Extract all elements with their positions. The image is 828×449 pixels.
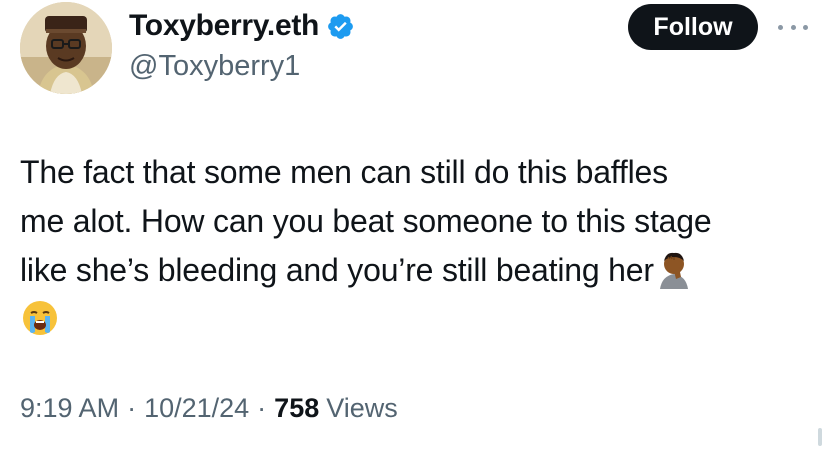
- tweet-date[interactable]: 10/21/24: [144, 393, 249, 424]
- man-facepalming-emoji: [654, 249, 694, 289]
- tweet-line: [20, 295, 815, 344]
- tweet-meta: 9:19 AM · 10/21/24 · 758 Views: [20, 393, 398, 424]
- views-label: Views: [326, 393, 398, 423]
- scrollbar[interactable]: [818, 428, 822, 446]
- dot: [778, 24, 783, 30]
- tweet-line: like she’s bleeding and you’re still bea…: [20, 246, 815, 295]
- avatar-photo: [20, 2, 112, 94]
- more-options-icon[interactable]: [778, 16, 808, 38]
- author-name-row: Toxyberry.eth: [129, 7, 355, 45]
- tweet-line-text: like she’s bleeding and you’re still bea…: [20, 252, 654, 288]
- avatar[interactable]: [20, 2, 112, 94]
- author-display-name[interactable]: Toxyberry.eth: [129, 9, 319, 43]
- tweet-card: Toxyberry.eth @Toxyberry1 Follow The fac…: [0, 0, 828, 449]
- tweet-line: The fact that some men can still do this…: [20, 154, 668, 190]
- loudly-crying-face-emoji: [20, 298, 60, 338]
- tweet-time[interactable]: 9:19 AM: [20, 393, 119, 424]
- verified-badge-icon: [326, 12, 355, 41]
- author-handle[interactable]: @Toxyberry1: [129, 50, 300, 83]
- meta-separator: ·: [127, 393, 137, 423]
- tweet-line: me alot. How can you beat someone to thi…: [20, 203, 712, 239]
- tweet-text: The fact that some men can still do this…: [20, 148, 815, 344]
- meta-separator: ·: [257, 393, 267, 423]
- views-count: 758: [274, 393, 320, 423]
- dot: [790, 24, 796, 30]
- follow-button[interactable]: Follow: [628, 4, 758, 50]
- dot: [803, 24, 808, 30]
